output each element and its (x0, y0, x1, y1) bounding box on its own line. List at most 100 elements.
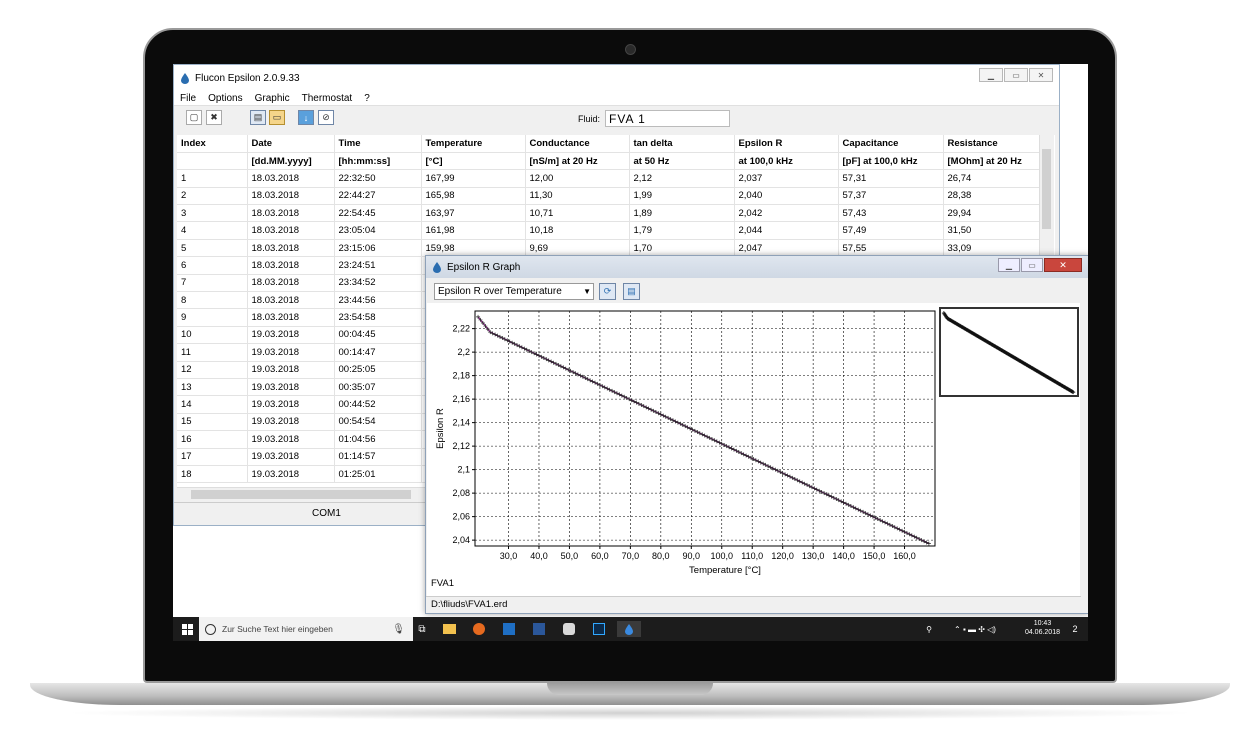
column-header[interactable]: Time (334, 135, 422, 153)
drop-icon (181, 72, 189, 84)
x-tick-label: 150,0 (863, 551, 886, 561)
microphone-icon[interactable]: 🎙 (392, 624, 405, 635)
word-icon[interactable] (531, 621, 547, 637)
graph-window: Epsilon R Graph ▁ ▭ ✕ Epsilon R over Tem… (425, 255, 1088, 614)
file-explorer-icon[interactable] (441, 621, 457, 637)
table-cell: 19.03.2018 (247, 413, 335, 432)
table-cell: 57,31 (838, 169, 944, 188)
maximize-button[interactable]: ▭ (1004, 68, 1028, 82)
photoshop-icon[interactable] (591, 621, 607, 637)
drop-icon (433, 261, 441, 273)
table-cell: 15 (177, 413, 248, 432)
toolbar: ▢ ✖ ▤ ▭ ↓ ⊘ Fluid: FVA 1 (174, 106, 1059, 134)
table-cell: 11 (177, 343, 248, 362)
table-cell: 9 (177, 308, 248, 327)
table-row[interactable]: 4 18.03.2018 23:05:04 161,98 10,18 1,79 2,044 5… (177, 221, 1042, 240)
scroll-thumb[interactable] (1042, 149, 1051, 229)
table-cell: 16 (177, 430, 248, 449)
clock[interactable]: 10:43 04.06.2018 (1025, 619, 1060, 637)
y-tick-label: 2,1 (457, 465, 470, 475)
hscroll-thumb[interactable] (191, 490, 411, 499)
x-tick-label: 60,0 (591, 551, 609, 561)
table-cell: 1,79 (629, 221, 735, 240)
new-file-icon[interactable]: ▢ (186, 110, 202, 125)
table-cell: 23:24:51 (334, 256, 422, 275)
system-tray-icons[interactable]: ⌃ ▪ ▬ ✣ ◁) (945, 621, 1005, 637)
table-row[interactable]: 1 18.03.2018 22:32:50 167,99 12,00 2,12 2,037 5… (177, 169, 1042, 188)
table-header-row: Index Date Time Temperature Conductance tan d… (177, 135, 1042, 153)
flucon-taskbar-icon[interactable] (617, 621, 641, 637)
table-cell: 57,49 (838, 221, 944, 240)
menu-thermostat[interactable]: Thermostat (300, 93, 355, 104)
table-cell: 26,74 (943, 169, 1042, 188)
column-header[interactable]: Date (247, 135, 335, 153)
graph-titlebar[interactable]: Epsilon R Graph ▁ ▭ ✕ (426, 256, 1088, 278)
column-header[interactable]: Index (177, 135, 248, 153)
column-unit: [MOhm] at 20 Hz (943, 152, 1042, 171)
y-tick-label: 2,12 (452, 441, 470, 451)
column-header[interactable]: Resistance (943, 135, 1042, 153)
table-cell: 01:14:57 (334, 448, 422, 466)
table-cell: 165,98 (421, 187, 526, 206)
table-cell: 00:44:52 (334, 395, 422, 414)
table-row[interactable]: 2 18.03.2018 22:44:27 165,98 11,30 1,99 2,040 5… (177, 187, 1042, 206)
table-cell: 8 (177, 291, 248, 310)
clear-graph-icon[interactable]: ⊘ (318, 110, 334, 125)
paint-icon[interactable] (561, 621, 577, 637)
table-cell: 22:54:45 (334, 204, 422, 223)
table-cell: 163,97 (421, 204, 526, 223)
outlook-icon[interactable] (501, 621, 517, 637)
column-header[interactable]: Conductance (525, 135, 630, 153)
y-tick-label: 2,18 (452, 371, 470, 381)
save-graph-icon[interactable]: ▤ (623, 283, 640, 300)
overview-chart (941, 311, 1076, 395)
column-unit: [hh:mm:ss] (334, 152, 422, 171)
close-button[interactable]: ✕ (1029, 68, 1053, 82)
graph-maximize-button[interactable]: ▭ (1021, 258, 1043, 272)
table-cell: 17 (177, 448, 248, 466)
taskbar-search[interactable]: Zur Suche Text hier eingeben 🎙 (199, 617, 413, 641)
horizontal-scrollbar[interactable] (177, 487, 427, 502)
refresh-icon[interactable]: ⟳ (599, 283, 616, 300)
table-row[interactable]: 3 18.03.2018 22:54:45 163,97 10,71 1,89 2,042 5… (177, 204, 1042, 223)
menu-options[interactable]: Options (206, 93, 244, 104)
notification-icon[interactable]: 2 (1068, 621, 1082, 637)
column-header[interactable]: tan delta (629, 135, 735, 153)
people-icon[interactable]: ⚲ (923, 621, 935, 637)
table-cell: 2,042 (734, 204, 839, 223)
graph-close-button[interactable]: ✕ (1044, 258, 1082, 272)
table-cell: 2,040 (734, 187, 839, 206)
table-cell: 23:54:58 (334, 308, 422, 327)
windows-start-icon[interactable] (179, 621, 195, 637)
graph-type-select[interactable]: Epsilon R over Temperature ▼ (434, 283, 594, 300)
menubar: File Options Graphic Thermostat ? (174, 91, 1059, 106)
task-view-icon[interactable]: ⧉ (413, 621, 431, 637)
column-header[interactable]: Capacitance (838, 135, 944, 153)
download-icon[interactable]: ↓ (298, 110, 314, 125)
table-cell: 7 (177, 274, 248, 293)
minimize-button[interactable]: ▁ (979, 68, 1003, 82)
table-cell: 00:04:45 (334, 326, 422, 345)
graph-minimize-button[interactable]: ▁ (998, 258, 1020, 272)
column-header[interactable]: Epsilon R (734, 135, 839, 153)
delete-icon[interactable]: ✖ (206, 110, 222, 125)
table-cell: 1,89 (629, 204, 735, 223)
table-cell: 29,94 (943, 204, 1042, 223)
open-folder-icon[interactable]: ▭ (269, 110, 285, 125)
menu-graphic[interactable]: Graphic (253, 93, 292, 104)
fluid-input[interactable]: FVA 1 (605, 110, 730, 127)
table-cell: 2,12 (629, 169, 735, 188)
save-icon[interactable]: ▤ (250, 110, 266, 125)
column-header[interactable]: Temperature (421, 135, 526, 153)
table-cell: 22:32:50 (334, 169, 422, 188)
taskbar: Zur Suche Text hier eingeben 🎙 ⧉ ⚲ ⌃ ▪ ▬… (173, 617, 1088, 641)
table-cell: 19.03.2018 (247, 326, 335, 345)
menu-file[interactable]: File (178, 93, 198, 104)
table-cell: 18.03.2018 (247, 221, 335, 240)
table-cell: 18 (177, 465, 248, 484)
firefox-icon[interactable] (471, 621, 487, 637)
menu-help[interactable]: ? (362, 93, 372, 104)
y-tick-label: 2,22 (452, 324, 470, 334)
x-tick-label: 100,0 (710, 551, 733, 561)
main-titlebar[interactable]: Flucon Epsilon 2.0.9.33 ▁ ▭ ✕ (174, 65, 1059, 91)
